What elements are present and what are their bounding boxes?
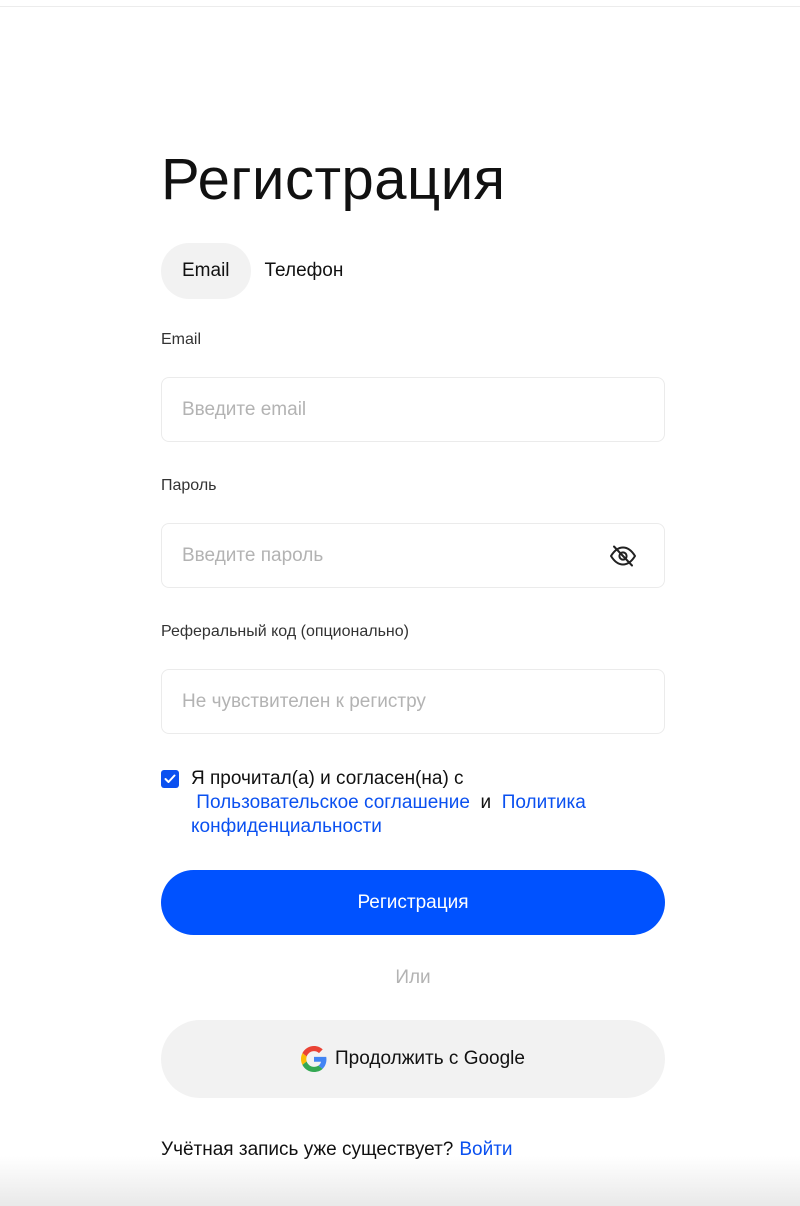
bottom-shadow [0,1156,800,1206]
password-field-container [161,523,665,588]
tab-phone[interactable]: Телефон [251,243,365,299]
password-label: Пароль [161,477,217,494]
eye-off-icon[interactable] [608,543,638,569]
google-icon [301,1046,327,1072]
register-button[interactable]: Регистрация [161,870,665,935]
agreement-checkbox[interactable] [161,770,179,788]
email-label: Email [161,331,202,348]
terms-link[interactable]: Пользовательское соглашение [196,792,470,813]
continue-with-google-button[interactable]: Продолжить с Google [161,1020,665,1098]
signup-method-tabs: Email Телефон [161,243,665,299]
page-title: Регистрация [161,147,506,212]
agreement-row: Я прочитал(а) и согласен(на) с Пользоват… [161,767,665,839]
google-button-label: Продолжить с Google [335,1048,525,1069]
tab-email[interactable]: Email [161,243,251,299]
registration-form: Регистрация Email Телефон Email Пароль Р… [161,140,665,1162]
or-divider: Или [395,967,431,988]
password-field[interactable] [182,544,608,567]
referral-field-container [161,669,665,734]
email-field[interactable] [182,398,644,421]
email-field-container [161,377,665,442]
referral-code-field[interactable] [182,690,644,713]
agreement-conjunction: и [480,792,492,813]
top-divider [0,6,800,7]
referral-label: Реферальный код (опционально) [161,623,409,640]
agreement-prefix: Я прочитал(а) и согласен(на) с [191,768,464,789]
agreement-text: Я прочитал(а) и согласен(на) с Пользоват… [191,767,631,839]
